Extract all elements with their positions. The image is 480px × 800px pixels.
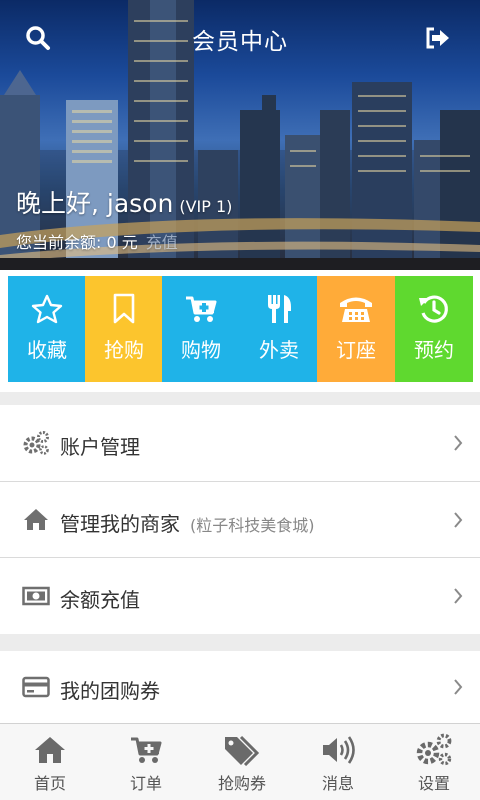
cart-plus-icon xyxy=(98,733,194,767)
nav-label: 消息 xyxy=(321,774,354,793)
tile-label: 预约 xyxy=(414,338,454,362)
menu-label: 管理我的商家 (粒子科技美食城) xyxy=(60,508,315,537)
quick-action-tiles: 收藏 抢购 购物 外卖 订座 预约 xyxy=(0,270,480,392)
menu-label: 我的团购券 xyxy=(60,675,160,704)
menu-item-account-management[interactable]: 账户管理 xyxy=(0,405,480,481)
nav-flash-coupons[interactable]: 抢购券 xyxy=(194,724,290,800)
tile-label: 购物 xyxy=(181,338,221,362)
balance-text: 您当前余额: 0 元 xyxy=(16,233,138,252)
cart-icon xyxy=(162,292,240,326)
phone-icon xyxy=(317,292,395,326)
tile-favorites[interactable]: 收藏 xyxy=(8,276,86,382)
chevron-right-icon xyxy=(454,679,463,695)
tile-appointment[interactable]: 预约 xyxy=(395,276,473,382)
tile-label: 订座 xyxy=(336,338,376,362)
nav-label: 订单 xyxy=(129,774,162,793)
tile-reserve-seat[interactable]: 订座 xyxy=(317,276,395,382)
menu-item-balance-recharge[interactable]: 余额充值 xyxy=(0,558,480,634)
nav-label: 首页 xyxy=(33,774,66,793)
utensils-icon xyxy=(240,292,318,326)
greeting-name: 晚上好, jason xyxy=(16,189,174,218)
logout-icon[interactable] xyxy=(418,18,458,58)
menu-label: 余额充值 xyxy=(60,584,140,613)
top-bar: 会员中心 xyxy=(0,0,480,76)
gears-icon xyxy=(22,429,50,457)
history-icon xyxy=(395,292,473,326)
chevron-right-icon xyxy=(454,512,463,528)
tile-takeout[interactable]: 外卖 xyxy=(240,276,318,382)
bottom-navigation: 首页 订单 抢购券 消息 设置 xyxy=(0,723,480,800)
nav-orders[interactable]: 订单 xyxy=(98,724,194,800)
chevron-right-icon xyxy=(454,435,463,451)
tags-icon xyxy=(194,733,290,767)
volume-icon xyxy=(290,733,386,767)
balance-row: 您当前余额: 0 元充值 xyxy=(16,229,178,253)
menu-label-text: 我的团购券 xyxy=(60,679,160,703)
member-center-screen: 会员中心 晚上好, jason (VIP 1) 您当前余额: 0 元充值 收藏 抢… xyxy=(0,0,480,800)
bookmark-icon xyxy=(85,292,163,326)
page-title: 会员中心 xyxy=(192,29,288,55)
nav-messages[interactable]: 消息 xyxy=(290,724,386,800)
menu-label-text: 管理我的商家 xyxy=(60,512,180,536)
recharge-link[interactable]: 充值 xyxy=(146,233,178,252)
menu-label-text: 余额充值 xyxy=(60,588,140,612)
merchant-name: (粒子科技美食城) xyxy=(190,516,315,535)
gears-icon xyxy=(386,733,480,767)
nav-label: 设置 xyxy=(417,774,450,793)
nav-home[interactable]: 首页 xyxy=(2,724,98,800)
money-icon xyxy=(22,582,50,610)
nav-label: 抢购券 xyxy=(217,774,266,793)
credit-card-icon xyxy=(22,673,50,701)
tile-label: 抢购 xyxy=(104,338,144,362)
star-icon xyxy=(8,292,86,326)
menu-label-text: 账户管理 xyxy=(60,435,140,459)
vip-level-badge: (VIP 1) xyxy=(179,197,233,216)
tile-flash-sale[interactable]: 抢购 xyxy=(85,276,163,382)
tile-label: 外卖 xyxy=(259,338,299,362)
greeting-text: 晚上好, jason (VIP 1) xyxy=(16,184,232,220)
menu-item-manage-merchant[interactable]: 管理我的商家 (粒子科技美食城) xyxy=(0,482,480,557)
home-icon xyxy=(2,733,98,767)
tile-label: 收藏 xyxy=(27,338,67,362)
nav-settings[interactable]: 设置 xyxy=(386,724,480,800)
menu-item-group-coupons[interactable]: 我的团购券 xyxy=(0,651,480,723)
chevron-right-icon xyxy=(454,588,463,604)
home-icon xyxy=(22,506,50,534)
menu-label: 账户管理 xyxy=(60,431,140,460)
header-banner: 会员中心 晚上好, jason (VIP 1) 您当前余额: 0 元充值 xyxy=(0,0,480,270)
tile-shopping[interactable]: 购物 xyxy=(162,276,240,382)
